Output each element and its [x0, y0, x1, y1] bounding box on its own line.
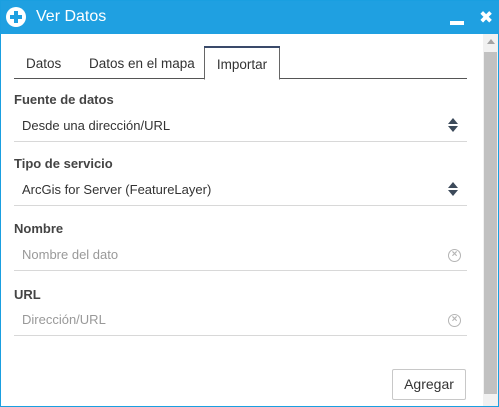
data-viewer-window: Ver Datos ✖ Datos Datos en el mapa Impor… [0, 0, 499, 407]
source-select-value: Desde una dirección/URL [22, 118, 171, 133]
minimize-button[interactable] [450, 11, 466, 27]
service-type-label: Tipo de servicio [14, 156, 113, 171]
minimize-icon [450, 21, 464, 25]
close-icon: ✖ [479, 8, 494, 27]
add-button[interactable]: Agregar [392, 369, 466, 400]
tab-datos-en-el-mapa[interactable]: Datos en el mapa [89, 46, 195, 79]
name-input-placeholder: Nombre del dato [22, 247, 119, 262]
add-circle-icon [6, 7, 26, 27]
source-select[interactable]: Desde una dirección/URL [14, 110, 467, 142]
clear-circle-icon[interactable]: × [448, 314, 461, 327]
tab-importar[interactable]: Importar [204, 46, 280, 80]
vertical-scrollbar[interactable] [483, 34, 498, 406]
url-input[interactable]: Dirección/URL × [14, 304, 467, 336]
url-input-placeholder: Dirección/URL [22, 312, 106, 327]
close-button[interactable]: ✖ [479, 8, 494, 27]
url-label: URL [14, 287, 41, 302]
scrollbar-thumb[interactable] [484, 52, 497, 394]
sort-arrows-icon [447, 182, 459, 198]
title-bar[interactable]: Ver Datos ✖ [1, 1, 499, 34]
tab-bar: Datos Datos en el mapa Importar [14, 46, 467, 80]
window-title: Ver Datos [36, 8, 107, 25]
service-type-select-value: ArcGis for Server (FeatureLayer) [22, 182, 212, 197]
name-label: Nombre [14, 221, 64, 236]
sort-arrows-icon [447, 118, 459, 134]
source-label: Fuente de datos [14, 92, 114, 107]
clear-circle-icon[interactable]: × [448, 249, 461, 262]
tab-datos[interactable]: Datos [26, 46, 61, 79]
scroll-up-arrow-icon[interactable] [487, 39, 495, 44]
name-input[interactable]: Nombre del dato × [14, 239, 467, 271]
service-type-select[interactable]: ArcGis for Server (FeatureLayer) [14, 174, 467, 206]
